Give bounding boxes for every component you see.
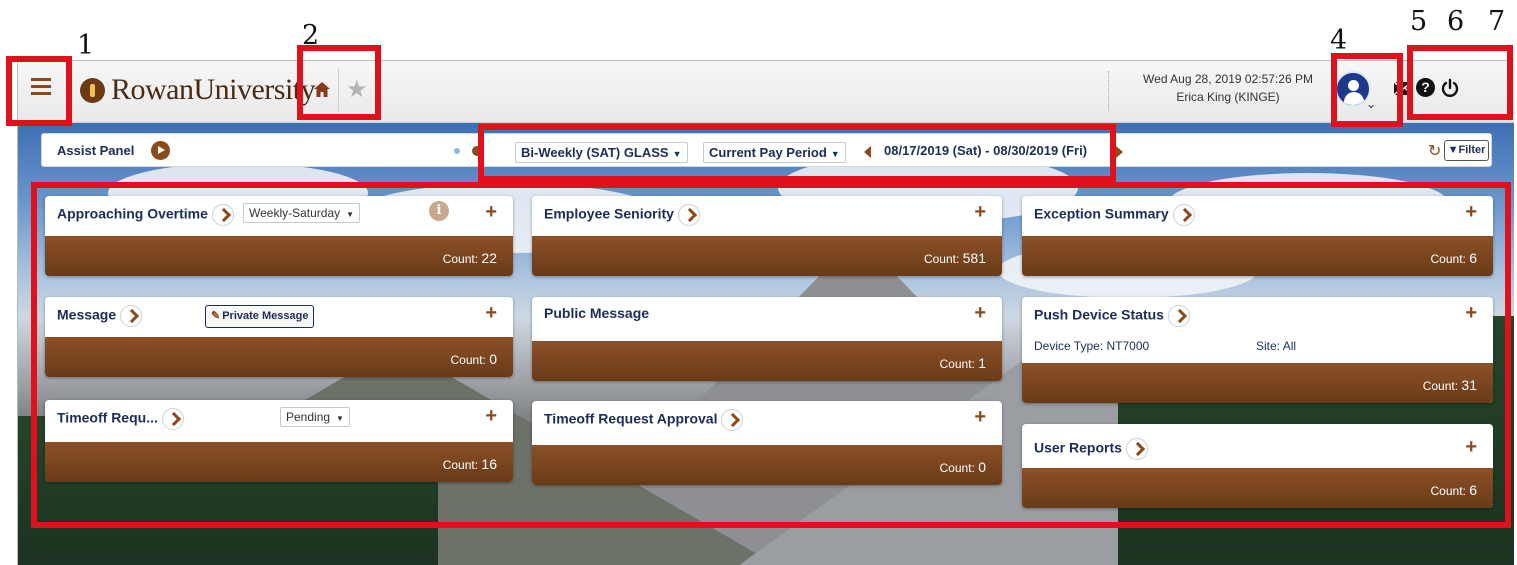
annotation-number-6: 6 xyxy=(1447,6,1465,37)
annotation-box-widgets xyxy=(31,182,1511,528)
filter-button[interactable]: ▼Filter xyxy=(1444,140,1489,161)
assist-panel-label: Assist Panel xyxy=(57,143,135,158)
assist-panel-play-icon[interactable] xyxy=(151,141,170,160)
annotation-number-4: 4 xyxy=(1330,25,1348,56)
annotation-number-7: 7 xyxy=(1488,6,1506,37)
annotation-box-2-3 xyxy=(297,45,381,120)
annotation-box-5-7 xyxy=(1407,45,1513,120)
header-divider xyxy=(1108,71,1109,111)
refresh-icon[interactable]: ↻ xyxy=(1428,141,1441,161)
annotation-number-5: 5 xyxy=(1410,6,1428,37)
filter-icon: ▼ xyxy=(1447,144,1459,156)
next-period-icon[interactable] xyxy=(1116,146,1123,158)
top-bar: RowanUniversity ★ Wed Aug 28, 2019 02:57… xyxy=(18,61,1514,123)
brand-wordmark: RowanUniversity xyxy=(111,73,316,106)
logo: RowanUniversity xyxy=(80,70,316,110)
filter-label: Filter xyxy=(1458,144,1486,156)
page-dot-inactive[interactable] xyxy=(454,148,460,154)
annotation-box-4 xyxy=(1331,53,1403,127)
annotation-number-1: 1 xyxy=(77,30,95,61)
session-info: Wed Aug 28, 2019 02:57:26 PM Erica King … xyxy=(1128,70,1328,106)
annotation-box-8-9 xyxy=(478,124,1116,182)
current-user: Erica King (KINGE) xyxy=(1176,90,1280,104)
current-datetime: Wed Aug 28, 2019 02:57:26 PM xyxy=(1143,72,1313,86)
torch-seal-icon xyxy=(80,77,105,103)
annotation-box-1 xyxy=(6,56,72,126)
